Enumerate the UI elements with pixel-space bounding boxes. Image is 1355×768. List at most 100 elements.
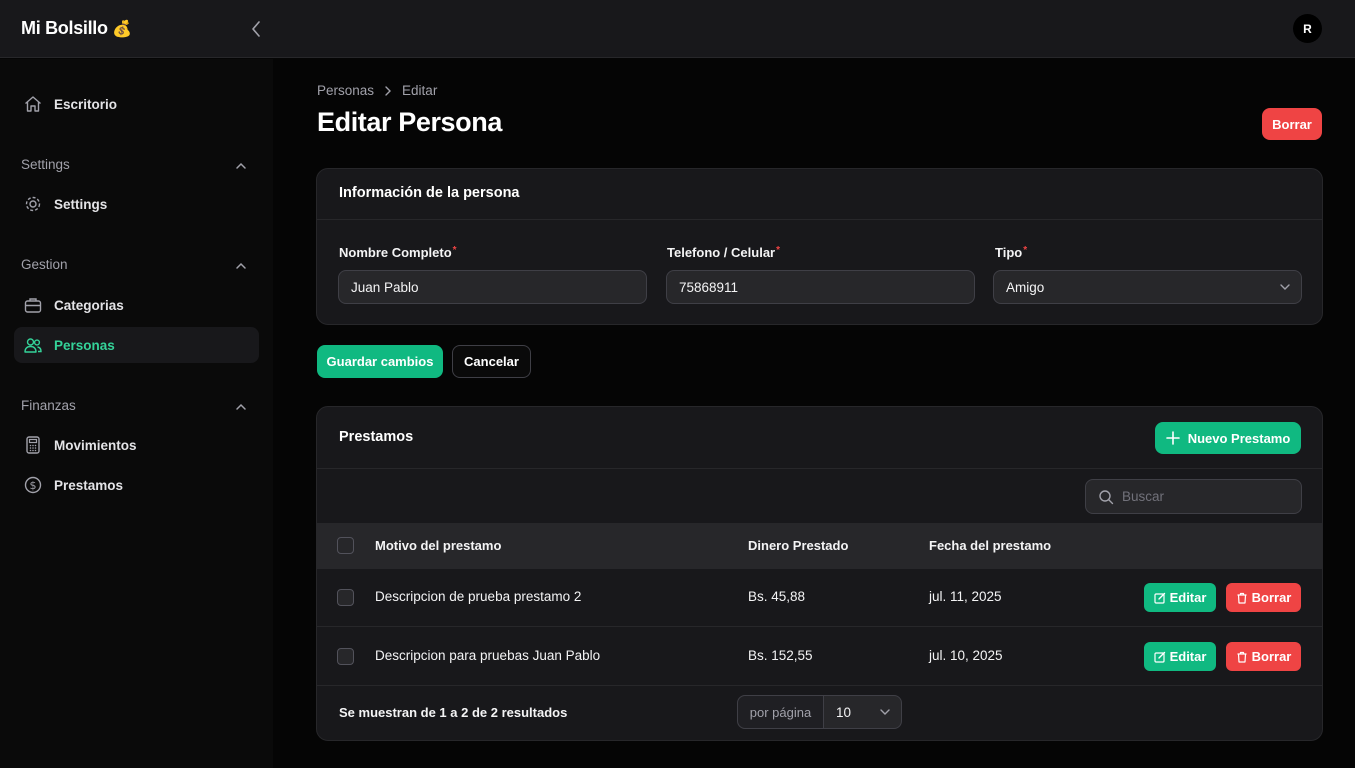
sidebar-group-settings[interactable]: Settings	[21, 157, 70, 172]
edit-label: Editar	[1169, 590, 1207, 605]
breadcrumb: Personas Editar	[317, 83, 437, 98]
phone-field[interactable]: 75868911	[666, 270, 975, 304]
sidebar-item-personas[interactable]: Personas	[14, 327, 259, 363]
name-field[interactable]: Juan Pablo	[338, 270, 647, 304]
edit-row-button[interactable]: Editar	[1144, 642, 1216, 671]
cell-dinero: Bs. 45,88	[748, 589, 806, 604]
per-page-label: por página	[738, 696, 824, 728]
breadcrumb-current: Editar	[402, 83, 438, 98]
new-loan-button[interactable]: Nuevo Prestamo	[1155, 422, 1301, 454]
search-icon	[1099, 489, 1114, 504]
row-checkbox[interactable]	[337, 589, 354, 606]
loans-card: Prestamos Nuevo Prestamo Motivo del pres…	[316, 406, 1323, 741]
chevron-up-icon[interactable]	[234, 159, 248, 173]
delete-label: Borrar	[1251, 590, 1292, 605]
sidebar-item-label: Prestamos	[54, 477, 124, 493]
calculator-icon	[22, 434, 44, 456]
select-all-checkbox[interactable]	[337, 537, 354, 554]
row-checkbox[interactable]	[337, 648, 354, 665]
table-row: Descripcion para pruebas Juan Pablo Bs. …	[317, 628, 1322, 686]
phone-field-label: Telefono / Celular*	[667, 245, 780, 260]
money-bag-icon: 💰	[112, 21, 133, 38]
sidebar-item-label: Personas	[54, 337, 115, 353]
type-select[interactable]: Amigo	[993, 270, 1302, 304]
cell-fecha: jul. 10, 2025	[929, 648, 1003, 663]
table-header: Motivo del prestamo Dinero Prestado Fech…	[317, 523, 1322, 569]
svg-text:$: $	[30, 479, 37, 492]
required-mark: *	[1023, 245, 1028, 256]
card-divider	[317, 219, 1322, 220]
user-avatar[interactable]: R	[1293, 14, 1322, 43]
sidebar-group-gestion[interactable]: Gestion	[21, 257, 68, 272]
sidebar: Escritorio Settings Settings Gestion Cat…	[0, 59, 273, 768]
column-header-dinero[interactable]: Dinero Prestado	[748, 538, 848, 553]
type-select-value: Amigo	[1006, 279, 1045, 295]
sidebar-item-label: Categorias	[54, 297, 124, 313]
plus-icon	[1165, 431, 1180, 445]
sidebar-item-label: Settings	[54, 196, 108, 212]
chevron-left-icon	[252, 21, 260, 37]
home-icon	[22, 93, 44, 115]
sidebar-item-settings[interactable]: Settings	[14, 186, 259, 222]
save-button[interactable]: Guardar cambios	[317, 345, 443, 378]
sidebar-item-label: Escritorio	[54, 96, 118, 112]
top-bar: Mi Bolsillo 💰 R	[0, 0, 1355, 58]
delete-row-button[interactable]: Borrar	[1226, 583, 1301, 612]
page-title: Editar Persona	[317, 107, 502, 137]
collapse-sidebar-button[interactable]	[246, 18, 266, 40]
new-loan-label: Nuevo Prestamo	[1187, 430, 1291, 446]
sidebar-item-categorias[interactable]: Categorias	[14, 287, 259, 323]
cell-motivo: Descripcion para pruebas Juan Pablo	[375, 648, 601, 663]
per-page-value-text: 10	[836, 704, 852, 720]
main-content: Personas Editar Editar Persona Borrar In…	[273, 59, 1355, 768]
delete-person-button[interactable]: Borrar	[1262, 108, 1322, 140]
phone-label-text: Telefono / Celular	[667, 245, 776, 260]
type-field-label: Tipo*	[995, 245, 1027, 260]
delete-row-button[interactable]: Borrar	[1226, 642, 1301, 671]
chevron-right-icon	[384, 85, 392, 96]
chevron-down-icon	[1280, 284, 1290, 290]
dollar-circle-icon: $	[22, 474, 44, 496]
gear-icon	[22, 193, 44, 215]
cancel-button[interactable]: Cancelar	[452, 345, 531, 378]
trash-icon	[1236, 592, 1248, 604]
search-box	[1085, 479, 1302, 514]
sidebar-item-prestamos[interactable]: $ Prestamos	[14, 467, 259, 503]
section-title: Información de la persona	[339, 185, 520, 201]
required-mark: *	[776, 245, 781, 256]
column-header-fecha[interactable]: Fecha del prestamo	[929, 538, 1051, 553]
sidebar-item-movimientos[interactable]: Movimientos	[14, 427, 259, 463]
cell-dinero: Bs. 152,55	[748, 648, 813, 663]
loans-title: Prestamos	[339, 429, 414, 445]
edit-icon	[1153, 651, 1166, 663]
sidebar-group-finanzas[interactable]: Finanzas	[21, 398, 76, 413]
results-summary: Se muestran de 1 a 2 de 2 resultados	[339, 705, 568, 720]
users-icon	[22, 334, 44, 356]
edit-icon	[1153, 592, 1166, 604]
search-input[interactable]	[1122, 489, 1282, 504]
briefcase-icon	[22, 294, 44, 316]
sidebar-item-label: Movimientos	[54, 437, 137, 453]
sidebar-item-escritorio[interactable]: Escritorio	[14, 86, 259, 122]
name-label-text: Nombre Completo	[339, 245, 452, 260]
chevron-down-icon	[880, 709, 890, 715]
card-divider	[317, 468, 1322, 469]
brand-name: Mi Bolsillo	[21, 18, 108, 38]
person-info-card: Información de la persona Nombre Complet…	[316, 168, 1323, 325]
cell-motivo: Descripcion de prueba prestamo 2	[375, 589, 582, 604]
cell-fecha: jul. 11, 2025	[929, 589, 1002, 604]
app-brand[interactable]: Mi Bolsillo 💰	[21, 18, 132, 39]
edit-row-button[interactable]: Editar	[1144, 583, 1216, 612]
chevron-up-icon[interactable]	[234, 259, 248, 273]
type-label-text: Tipo	[995, 245, 1023, 260]
trash-icon	[1236, 651, 1248, 663]
per-page-value[interactable]: 10	[824, 696, 901, 728]
breadcrumb-parent[interactable]: Personas	[317, 83, 374, 98]
delete-label: Borrar	[1251, 649, 1292, 664]
per-page-select[interactable]: por página 10	[737, 695, 902, 729]
edit-label: Editar	[1169, 649, 1207, 664]
name-field-label: Nombre Completo*	[339, 245, 457, 260]
column-header-motivo[interactable]: Motivo del prestamo	[375, 538, 501, 553]
chevron-up-icon[interactable]	[234, 400, 248, 414]
table-row: Descripcion de prueba prestamo 2 Bs. 45,…	[317, 569, 1322, 627]
